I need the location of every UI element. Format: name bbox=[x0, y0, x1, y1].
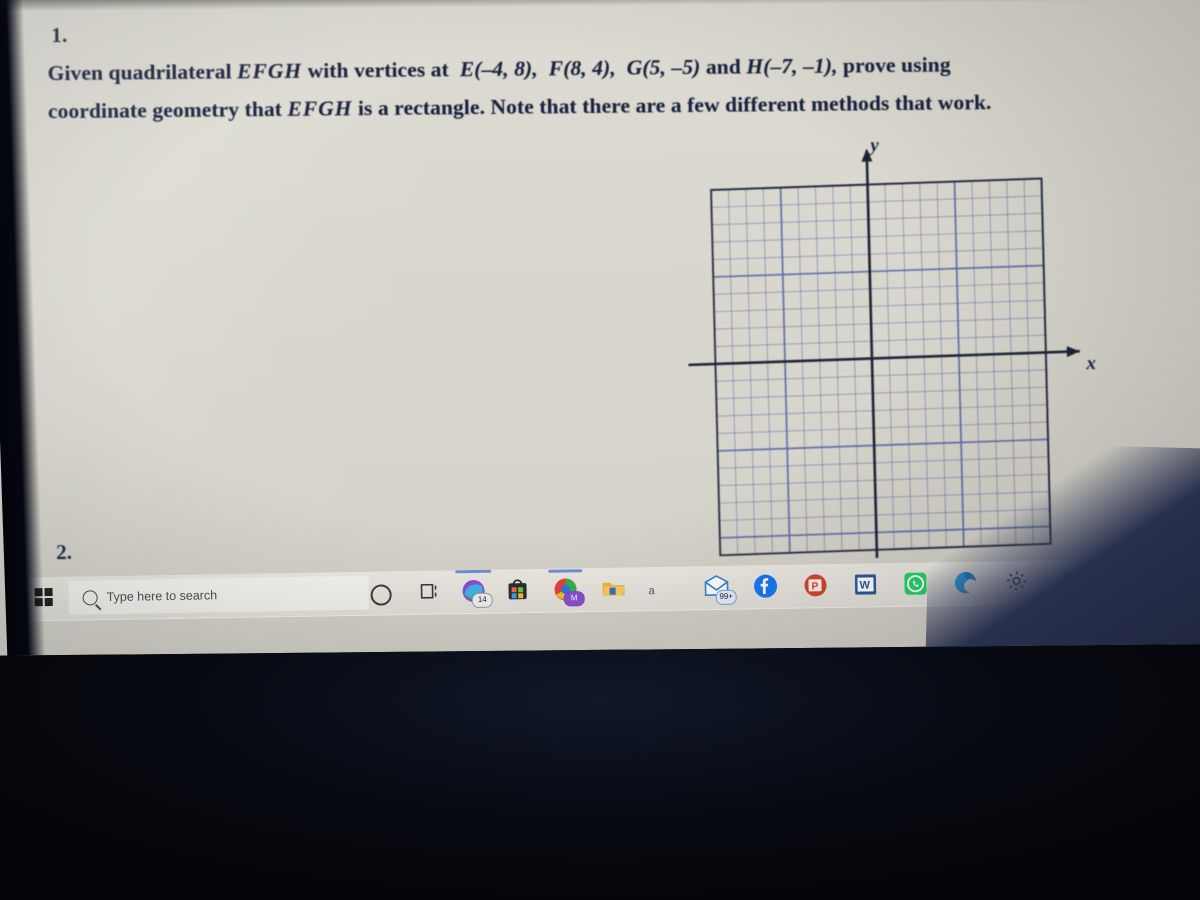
taskbar-app-mail[interactable]: 99+ bbox=[702, 574, 737, 605]
svg-text:P: P bbox=[811, 581, 818, 592]
document-content: 1. Given quadrilateral EFGH with vertice… bbox=[47, 13, 1148, 131]
chrome-badge: M bbox=[563, 591, 585, 607]
vertex-g: G(5, –5) bbox=[626, 54, 701, 80]
vertex-h: H(–7, –1), bbox=[746, 53, 838, 79]
search-icon bbox=[82, 589, 98, 605]
question-2-number: 2. bbox=[56, 539, 73, 565]
q1-text-part-b: with vertices at bbox=[307, 57, 449, 83]
cortana-icon[interactable] bbox=[370, 584, 392, 606]
q1-text-line2-b: is a rectangle. Note that there are a fe… bbox=[357, 90, 992, 121]
taskbar-app-whatsapp[interactable] bbox=[902, 570, 928, 596]
edge-badge: 14 bbox=[471, 592, 493, 609]
search-input[interactable]: Type here to search bbox=[68, 575, 369, 615]
screen-dark-corner bbox=[925, 441, 1200, 656]
q1-quad-name-2: EFGH bbox=[287, 96, 353, 121]
mail-badge: 99+ bbox=[715, 589, 737, 605]
taskbar-app-microsoft-store[interactable] bbox=[504, 577, 530, 603]
task-view-icon[interactable] bbox=[420, 583, 440, 601]
chrome-running-underline bbox=[548, 569, 583, 573]
search-placeholder-text: Type here to search bbox=[106, 588, 218, 605]
taskbar-app-powerpoint[interactable]: P bbox=[802, 572, 828, 598]
vertex-f: F(8, 4), bbox=[548, 55, 616, 81]
question-1-text: Given quadrilateral EFGH with vertices a… bbox=[47, 44, 1128, 130]
taskbar-app-word[interactable]: W bbox=[852, 571, 878, 597]
taskbar-app-facebook[interactable] bbox=[752, 573, 778, 599]
laptop-screen: 1. Given quadrilateral EFGH with vertice… bbox=[0, 0, 1200, 656]
laptop-body: Lenovo 1 2 3 4 5 6 7 8 9 0 - + f3 f4 f5 … bbox=[0, 640, 1200, 900]
q1-quad-name-1: EFGH bbox=[237, 58, 303, 84]
taskbar-app-google-chrome[interactable]: M bbox=[552, 576, 585, 607]
and-connector: and bbox=[705, 54, 741, 79]
svg-text:W: W bbox=[859, 579, 870, 591]
taskbar-app-file-explorer[interactable] bbox=[600, 575, 626, 601]
q1-text-line2-a: coordinate geometry that bbox=[47, 96, 283, 124]
taskbar-app-unknown[interactable]: a bbox=[648, 581, 662, 597]
q1-text-part-c: prove using bbox=[842, 52, 951, 78]
photo-of-laptop-screen: Lenovo 1 2 3 4 5 6 7 8 9 0 - + f3 f4 f5 … bbox=[0, 0, 1200, 900]
edge-running-underline bbox=[455, 569, 492, 573]
q1-text-part-a: Given quadrilateral bbox=[47, 59, 232, 86]
vertex-e: E(–4, 8), bbox=[459, 56, 538, 82]
taskbar-app-microsoft-edge[interactable]: 14 bbox=[460, 578, 493, 609]
